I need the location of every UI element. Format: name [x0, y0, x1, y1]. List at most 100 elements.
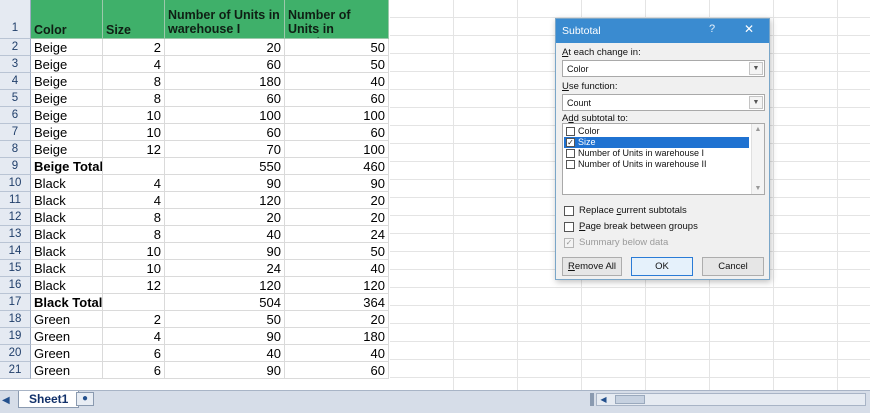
list-item-units-warehouse-1[interactable]: Number of Units in warehouse I — [564, 148, 749, 159]
row-header[interactable]: 8 — [0, 141, 31, 158]
row-header[interactable]: 5 — [0, 90, 31, 107]
row-header[interactable]: 1 — [0, 0, 31, 39]
checkbox[interactable]: ✓ — [566, 138, 575, 147]
cell-units-1[interactable]: 40 — [165, 345, 285, 361]
cell-units-2[interactable]: 100 — [285, 107, 389, 123]
cell-units-1[interactable]: 120 — [165, 277, 285, 293]
list-item-units-warehouse-2[interactable]: Number of Units in warehouse II — [564, 159, 749, 170]
cell-units-1[interactable]: 550 — [165, 158, 285, 174]
cell-color[interactable]: Black — [31, 243, 103, 259]
cell-units-2[interactable]: 100 — [285, 141, 389, 157]
cell-color[interactable]: Beige Total — [31, 158, 103, 174]
cell-units-1[interactable]: 60 — [165, 124, 285, 140]
cell-units-1[interactable]: 180 — [165, 73, 285, 89]
cell-units-1[interactable]: 70 — [165, 141, 285, 157]
cell-units-2[interactable]: 20 — [285, 192, 389, 208]
cell-units-2[interactable]: 364 — [285, 294, 389, 310]
cell-size[interactable] — [103, 158, 165, 174]
cell-size[interactable]: 10 — [103, 243, 165, 259]
row-header[interactable]: 19 — [0, 328, 31, 345]
add-subtotal-list[interactable]: Color ✓ Size Number of Units in warehous… — [562, 123, 765, 195]
cell-units-2[interactable]: 460 — [285, 158, 389, 174]
cell-units-2[interactable]: 180 — [285, 328, 389, 344]
row-header[interactable]: 3 — [0, 56, 31, 73]
cell-size[interactable]: 2 — [103, 39, 165, 55]
cell-units-2[interactable]: 120 — [285, 277, 389, 293]
cell-color[interactable]: Beige — [31, 73, 103, 89]
cell-color[interactable]: Beige — [31, 107, 103, 123]
checkbox[interactable] — [566, 127, 575, 136]
chevron-down-icon[interactable]: ▼ — [749, 62, 763, 75]
row-header[interactable]: 6 — [0, 107, 31, 124]
cell-size[interactable]: 6 — [103, 362, 165, 378]
cell-units-2[interactable]: 40 — [285, 345, 389, 361]
cell-size[interactable]: 10 — [103, 260, 165, 276]
cell-color[interactable]: Black — [31, 226, 103, 242]
list-item-size[interactable]: ✓ Size — [564, 137, 749, 148]
header-units-warehouse-2[interactable]: Number of Units in warehouse II — [285, 0, 389, 38]
cell-color[interactable]: Black — [31, 175, 103, 191]
cell-color[interactable]: Black — [31, 192, 103, 208]
row-header[interactable]: 14 — [0, 243, 31, 260]
row-header[interactable]: 17 — [0, 294, 31, 311]
row-header[interactable]: 7 — [0, 124, 31, 141]
cell-color[interactable]: Green — [31, 328, 103, 344]
cell-units-1[interactable]: 20 — [165, 39, 285, 55]
cell-units-1[interactable]: 60 — [165, 56, 285, 72]
cell-color[interactable]: Black — [31, 209, 103, 225]
cell-units-2[interactable]: 40 — [285, 73, 389, 89]
header-size[interactable]: Size — [103, 0, 165, 38]
cell-units-1[interactable]: 90 — [165, 243, 285, 259]
cell-color[interactable]: Black — [31, 260, 103, 276]
cell-units-2[interactable]: 90 — [285, 175, 389, 191]
cell-size[interactable]: 2 — [103, 311, 165, 327]
cell-color[interactable]: Green — [31, 362, 103, 378]
scroll-down-icon[interactable]: ▼ — [752, 185, 764, 192]
row-header[interactable]: 16 — [0, 277, 31, 294]
cancel-button[interactable]: Cancel — [702, 257, 764, 276]
cell-color[interactable]: Green — [31, 345, 103, 361]
cell-size[interactable]: 8 — [103, 209, 165, 225]
cell-size[interactable]: 6 — [103, 345, 165, 361]
cell-units-1[interactable]: 24 — [165, 260, 285, 276]
chevron-down-icon[interactable]: ▼ — [749, 96, 763, 109]
cell-size[interactable]: 12 — [103, 141, 165, 157]
cell-size[interactable]: 8 — [103, 90, 165, 106]
cell-units-1[interactable]: 100 — [165, 107, 285, 123]
cell-color[interactable]: Beige — [31, 39, 103, 55]
tab-scroll-icon[interactable]: ◀ — [2, 395, 10, 406]
close-icon[interactable]: ✕ — [744, 22, 754, 36]
cell-size[interactable]: 8 — [103, 226, 165, 242]
cell-units-1[interactable]: 90 — [165, 328, 285, 344]
row-header[interactable]: 12 — [0, 209, 31, 226]
scroll-left-icon[interactable]: ◀ — [597, 394, 610, 405]
list-item-color[interactable]: Color — [564, 126, 749, 137]
row-header[interactable]: 4 — [0, 73, 31, 90]
cell-color[interactable]: Beige — [31, 90, 103, 106]
cell-units-2[interactable]: 24 — [285, 226, 389, 242]
cell-units-2[interactable]: 20 — [285, 209, 389, 225]
cell-units-1[interactable]: 120 — [165, 192, 285, 208]
replace-subtotals-checkbox[interactable]: Replace current subtotals — [564, 205, 687, 216]
help-icon[interactable]: ? — [709, 23, 715, 35]
cell-units-2[interactable]: 50 — [285, 39, 389, 55]
scrollbar-thumb[interactable] — [615, 395, 645, 404]
header-color[interactable]: Color — [31, 0, 103, 38]
cell-size[interactable]: 4 — [103, 192, 165, 208]
cell-units-1[interactable]: 40 — [165, 226, 285, 242]
row-header[interactable]: 13 — [0, 226, 31, 243]
checkbox[interactable] — [566, 149, 575, 158]
scroll-up-icon[interactable]: ▲ — [752, 126, 764, 133]
tab-split-handle[interactable] — [590, 393, 594, 406]
cell-units-2[interactable]: 50 — [285, 243, 389, 259]
row-header[interactable]: 2 — [0, 39, 31, 56]
cell-size[interactable]: 10 — [103, 124, 165, 140]
cell-size[interactable]: 10 — [103, 107, 165, 123]
ok-button[interactable]: OK — [631, 257, 693, 276]
checkbox[interactable] — [564, 222, 574, 232]
row-header[interactable]: 21 — [0, 362, 31, 379]
new-sheet-icon[interactable]: ● — [76, 392, 94, 406]
cell-units-1[interactable]: 90 — [165, 175, 285, 191]
change-in-select[interactable]: Color ▼ — [562, 60, 765, 77]
row-header[interactable]: 18 — [0, 311, 31, 328]
